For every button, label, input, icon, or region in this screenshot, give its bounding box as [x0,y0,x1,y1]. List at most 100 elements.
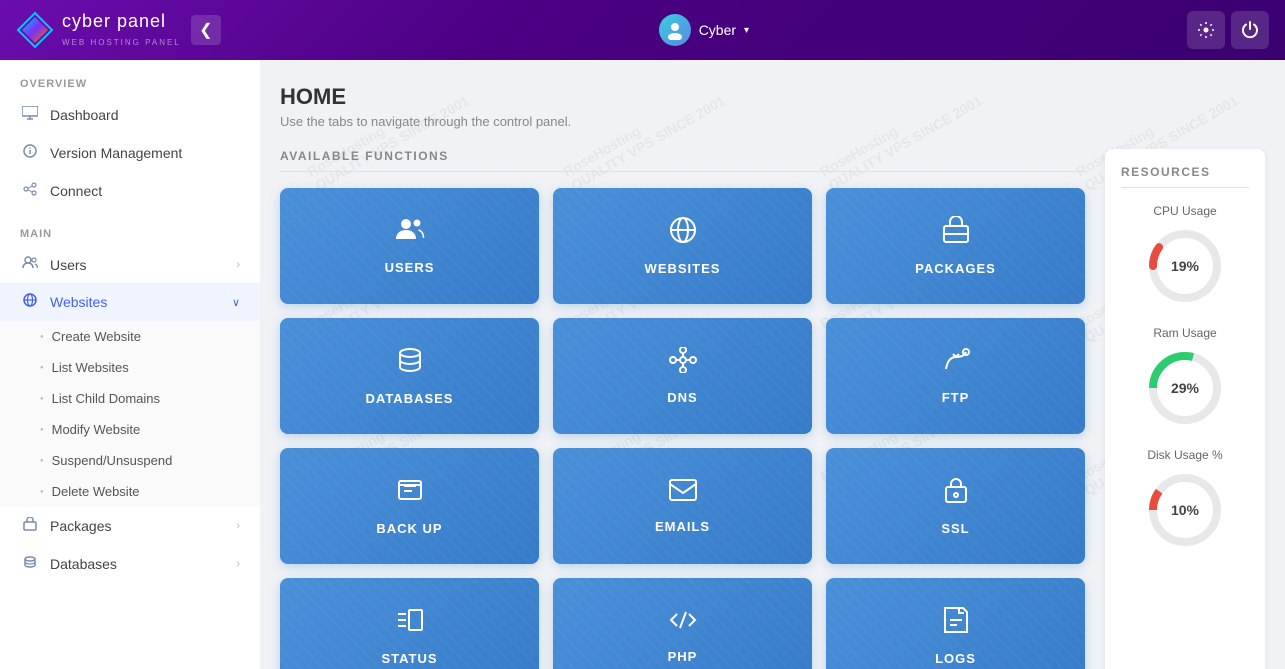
function-card-php[interactable]: PHP [553,578,812,669]
sidebar-subitem-modify-website[interactable]: Modify Website [0,414,260,445]
sidebar-subitem-list-child-domains[interactable]: List Child Domains [0,383,260,414]
sidebar-item-label: Databases [50,556,226,572]
ram-usage-item: Ram Usage 29% [1121,326,1249,428]
logo-text-wrap: cyber panel WEB HOSTING PANEL [62,11,181,50]
subitem-label: Suspend/Unsuspend [52,453,173,468]
function-label: SSL [941,521,969,536]
websites-card-icon [669,216,697,251]
sidebar-item-version-management[interactable]: Version Management [0,134,260,172]
function-card-databases[interactable]: DATABASES [280,318,539,434]
function-card-websites[interactable]: WEBSITES [553,188,812,304]
connect-icon [20,182,40,200]
cpu-usage-item: CPU Usage 19% [1121,204,1249,306]
function-label: LOGS [935,651,976,666]
sidebar-item-packages[interactable]: Packages › [0,507,260,545]
main-content: RoseHostingQUALITY VPS SINCE 2001 RoseHo… [260,60,1285,669]
function-card-status[interactable]: STATUS [280,578,539,669]
function-card-packages[interactable]: PACKAGES [826,188,1085,304]
arrow-down-icon: ∨ [232,296,240,309]
emails-card-icon [668,478,698,509]
user-dropdown-chevron[interactable]: ▾ [744,25,749,36]
dns-card-icon [668,347,698,380]
user-menu[interactable]: Cyber ▾ [659,14,749,46]
ram-percent: 29% [1145,348,1225,428]
function-card-ssl[interactable]: SSL [826,448,1085,564]
function-label: FTP [942,390,970,405]
status-card-icon [396,606,424,641]
function-label: PHP [668,649,698,664]
packages-icon [20,517,40,535]
resources-title: RESOURCES [1121,165,1249,188]
functions-header: AVAILABLE FUNCTIONS [280,149,1085,172]
globe-icon [20,293,40,311]
logo-title: cyber panel [62,11,166,31]
body-layout: OVERVIEW Dashboard Version Management Co… [0,60,1285,669]
info-icon [20,144,40,162]
subitem-label: Modify Website [52,422,141,437]
arrow-right-icon: › [236,259,240,271]
function-card-logs[interactable]: LOGS [826,578,1085,669]
function-label: DNS [667,390,697,405]
content-layout: AVAILABLE FUNCTIONS USERS WE [280,149,1265,669]
section-main-label: MAIN [0,210,260,246]
functions-section: AVAILABLE FUNCTIONS USERS WE [280,149,1085,669]
username-label: Cyber [699,22,736,38]
function-card-dns[interactable]: DNS [553,318,812,434]
disk-donut: 10% [1145,470,1225,550]
sidebar-item-label: Dashboard [50,107,240,123]
sidebar-item-connect[interactable]: Connect [0,172,260,210]
subitem-label: Delete Website [52,484,140,499]
sidebar-item-label: Version Management [50,145,240,161]
disk-percent: 10% [1145,470,1225,550]
cpu-label: CPU Usage [1121,204,1249,218]
function-label: DATABASES [366,391,454,406]
function-label: STATUS [381,651,437,666]
sidebar-subitem-delete-website[interactable]: Delete Website [0,476,260,507]
sidebar-subitem-create-website[interactable]: Create Website [0,321,260,352]
function-label: BACK UP [376,521,442,536]
power-button[interactable] [1231,11,1269,49]
logo-area: cyber panel WEB HOSTING PANEL ❮ [16,11,221,50]
section-overview-label: OVERVIEW [0,60,260,96]
arrow-right-icon: › [236,558,240,570]
cpu-percent: 19% [1145,226,1225,306]
sidebar-item-label: Packages [50,518,226,534]
sidebar-item-websites[interactable]: Websites ∨ [0,283,260,321]
sidebar-subitem-suspend-unsuspend[interactable]: Suspend/Unsuspend [0,445,260,476]
function-card-ftp[interactable]: FTP [826,318,1085,434]
function-label: WEBSITES [645,261,721,276]
ram-donut: 29% [1145,348,1225,428]
page-subtitle: Use the tabs to navigate through the con… [280,114,1265,129]
sidebar-subitem-list-websites[interactable]: List Websites [0,352,260,383]
power-icon [1241,21,1259,39]
sidebar-item-dashboard[interactable]: Dashboard [0,96,260,134]
users-card-icon [395,217,425,250]
function-card-users[interactable]: USERS [280,188,539,304]
page-title: HOME [280,84,1265,110]
sidebar-item-users[interactable]: Users › [0,246,260,283]
subitem-label: List Websites [52,360,129,375]
sidebar-item-label: Users [50,257,226,273]
sidebar-toggle-button[interactable]: ❮ [191,15,221,45]
logs-card-icon [943,606,969,641]
ftp-card-icon [941,347,971,380]
resources-panel: RESOURCES CPU Usage 19% Ram Usage [1105,149,1265,669]
disk-label: Disk Usage % [1121,448,1249,462]
settings-button[interactable] [1187,11,1225,49]
monitor-icon [20,106,40,124]
packages-card-icon [942,216,970,251]
logo-icon [16,11,54,49]
cpu-donut: 19% [1145,226,1225,306]
sidebar-item-label: Websites [50,294,222,310]
arrow-right-icon: › [236,520,240,532]
sidebar-item-databases[interactable]: Databases › [0,545,260,583]
subitem-label: List Child Domains [52,391,160,406]
top-navigation: cyber panel WEB HOSTING PANEL ❮ Cyber ▾ [0,0,1285,60]
backup-card-icon [396,476,424,511]
avatar [659,14,691,46]
sidebar: OVERVIEW Dashboard Version Management Co… [0,60,260,669]
function-label: PACKAGES [915,261,996,276]
function-card-emails[interactable]: EMAILS [553,448,812,564]
php-card-icon [669,608,697,639]
function-card-backup[interactable]: BACK UP [280,448,539,564]
